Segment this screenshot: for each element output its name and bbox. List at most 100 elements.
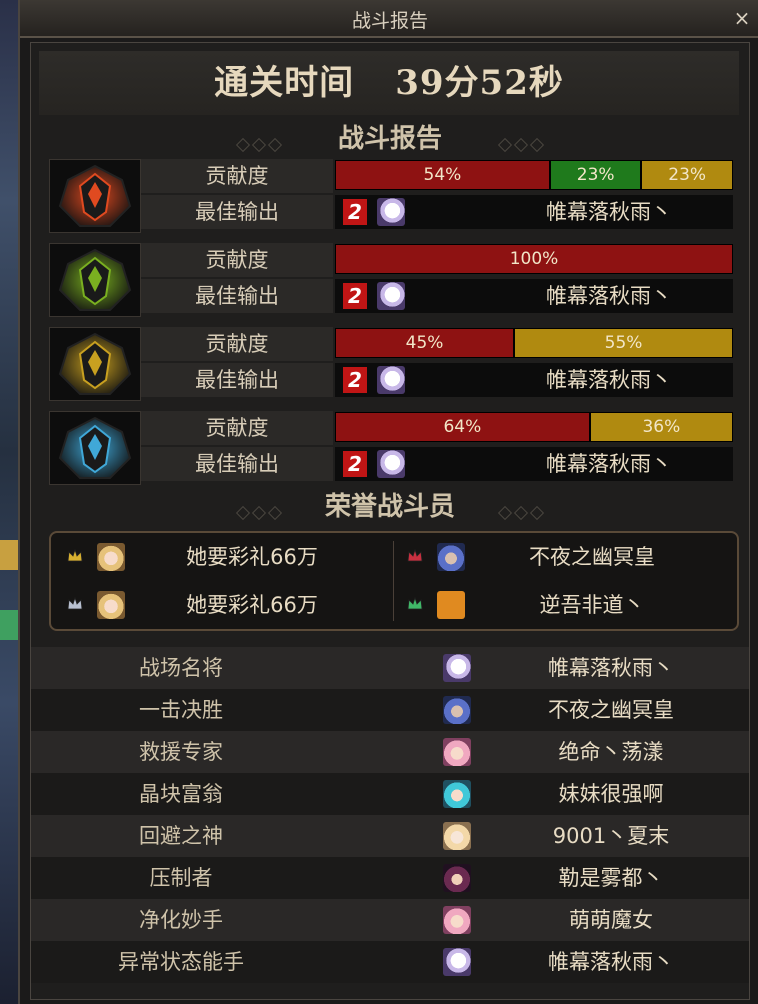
player-avatar xyxy=(443,948,471,976)
close-button[interactable]: × xyxy=(730,6,754,30)
crown-icon xyxy=(67,549,83,562)
honor-heading: 荣誉战斗员 xyxy=(324,492,455,522)
honor-player-name: 逆吾非道丶 xyxy=(539,593,645,617)
honor-player[interactable]: 不夜之幽冥皇 xyxy=(397,537,727,577)
award-title: 回避之神 xyxy=(139,824,223,848)
player-avatar xyxy=(377,198,405,226)
report-section-header: 战斗报告 xyxy=(31,119,749,159)
award-row[interactable]: 异常状态能手 帷幕落秋雨丶 xyxy=(31,941,749,983)
honor-divider xyxy=(393,541,394,621)
contribution-segment: 45% xyxy=(335,328,515,358)
contribution-segment: 36% xyxy=(589,412,733,442)
boss-row[interactable]: 贡献度 最佳输出 100% 2 帷幕落秋雨丶 xyxy=(49,243,735,317)
best-player-name: 帷幕落秋雨丶 xyxy=(546,200,672,224)
contribution-segment: 64% xyxy=(335,412,590,442)
player-avatar xyxy=(377,450,405,478)
award-title: 净化妙手 xyxy=(139,908,223,932)
background-decoration xyxy=(0,540,20,570)
report-panel: 通关时间 39分52秒 战斗报告 贡献度 最佳输出 54%23%23% 2 xyxy=(30,42,750,1000)
contribution-segment: 100% xyxy=(335,244,733,274)
crown-icon xyxy=(407,597,423,610)
best-damage-cell: 2 帷幕落秋雨丶 xyxy=(335,195,733,229)
award-player-name: 妹妹很强啊 xyxy=(558,782,664,806)
honor-section-header: 荣誉战斗员 xyxy=(31,487,749,527)
contribution-bar: 45% 55% xyxy=(335,328,733,358)
award-title: 救援专家 xyxy=(139,740,223,764)
divider-ornament-right xyxy=(489,503,553,521)
best-damage-label: 最佳输出 xyxy=(141,363,333,397)
honor-player-name: 她要彩礼66万 xyxy=(186,593,318,617)
rank-badge: 2 xyxy=(343,367,367,393)
rank-badge: 2 xyxy=(343,283,367,309)
award-row[interactable]: 压制者 勒是雾都丶 xyxy=(31,857,749,899)
player-avatar xyxy=(97,591,125,619)
award-player-name: 不夜之幽冥皇 xyxy=(548,698,674,722)
best-player-name: 帷幕落秋雨丶 xyxy=(546,368,672,392)
award-row[interactable]: 回避之神 9001丶夏末 xyxy=(31,815,749,857)
best-damage-cell: 2 帷幕落秋雨丶 xyxy=(335,363,733,397)
boss-row[interactable]: 贡献度 最佳输出 54% 23% 23% 2 帷幕落秋雨丶 xyxy=(49,159,735,233)
award-list: 战场名将 帷幕落秋雨丶 一击决胜 不夜之幽冥皇 救援专家 绝命丶荡漾 晶块富翁 … xyxy=(31,647,749,983)
player-avatar xyxy=(443,780,471,808)
award-player-name: 9001丶夏末 xyxy=(552,824,670,848)
honor-player[interactable]: 她要彩礼66万 xyxy=(57,537,387,577)
best-player-name: 帷幕落秋雨丶 xyxy=(546,452,672,476)
award-row[interactable]: 战场名将 帷幕落秋雨丶 xyxy=(31,647,749,689)
player-avatar xyxy=(443,822,471,850)
contribution-label: 贡献度 xyxy=(141,159,333,193)
player-avatar xyxy=(437,543,465,571)
contribution-bar: 64% 36% xyxy=(335,412,733,442)
player-avatar xyxy=(443,738,471,766)
contribution-label: 贡献度 xyxy=(141,411,333,445)
battle-report-window: 战斗报告 × 通关时间 39分52秒 战斗报告 贡献度 最佳输出 54% 23%… xyxy=(18,0,758,1004)
title-bar[interactable]: 战斗报告 × xyxy=(20,0,758,38)
award-row[interactable]: 一击决胜 不夜之幽冥皇 xyxy=(31,689,749,731)
contribution-segment: 55% xyxy=(514,328,733,358)
rank-badge: 2 xyxy=(343,451,367,477)
best-damage-label: 最佳输出 xyxy=(141,447,333,481)
best-player-name: 帷幕落秋雨丶 xyxy=(546,284,672,308)
player-avatar xyxy=(443,906,471,934)
clear-time-value: 39分52秒 xyxy=(395,63,564,103)
boss-row[interactable]: 贡献度 最佳输出 45% 55% 2 帷幕落秋雨丶 xyxy=(49,327,735,401)
best-damage-label: 最佳输出 xyxy=(141,195,333,229)
player-avatar xyxy=(377,366,405,394)
award-title: 压制者 xyxy=(149,866,213,890)
contribution-segment: 54% xyxy=(335,160,550,190)
boss-portrait xyxy=(49,159,141,233)
honor-player[interactable]: 她要彩礼66万 xyxy=(57,585,387,625)
player-avatar xyxy=(97,543,125,571)
honor-player-name: 不夜之幽冥皇 xyxy=(529,545,655,569)
boss-portrait xyxy=(49,243,141,317)
boss-portrait xyxy=(49,327,141,401)
crown-icon xyxy=(67,597,83,610)
honor-player-name: 她要彩礼66万 xyxy=(186,545,318,569)
contribution-label: 贡献度 xyxy=(141,327,333,361)
award-player-name: 勒是雾都丶 xyxy=(558,866,664,890)
award-player-name: 绝命丶荡漾 xyxy=(558,740,664,764)
clear-time-bar: 通关时间 39分52秒 xyxy=(39,51,739,115)
award-title: 晶块富翁 xyxy=(139,782,223,806)
honor-player[interactable]: 逆吾非道丶 xyxy=(397,585,727,625)
award-row[interactable]: 净化妙手 萌萌魔女 xyxy=(31,899,749,941)
player-avatar xyxy=(443,696,471,724)
best-damage-cell: 2 帷幕落秋雨丶 xyxy=(335,447,733,481)
contribution-segment: 23% xyxy=(641,160,733,190)
background-decoration xyxy=(0,610,18,640)
player-avatar xyxy=(443,654,471,682)
report-heading: 战斗报告 xyxy=(337,124,442,154)
rank-badge: 2 xyxy=(343,199,367,225)
best-damage-label: 最佳输出 xyxy=(141,279,333,313)
boss-row[interactable]: 贡献度 最佳输出 64% 36% 2 帷幕落秋雨丶 xyxy=(49,411,735,485)
player-avatar xyxy=(377,282,405,310)
window-title: 战斗报告 xyxy=(351,10,428,32)
crown-icon xyxy=(407,549,423,562)
award-player-name: 帷幕落秋雨丶 xyxy=(548,656,674,680)
honor-players-box: 她要彩礼66万 不夜之幽冥皇 她要彩礼66万 逆吾非道丶 xyxy=(49,531,739,631)
award-row[interactable]: 救援专家 绝命丶荡漾 xyxy=(31,731,749,773)
divider-ornament-right xyxy=(489,135,553,153)
contribution-bar: 54% 23% 23% xyxy=(335,160,733,190)
player-avatar xyxy=(443,864,471,892)
divider-ornament-left xyxy=(227,503,291,521)
award-row[interactable]: 晶块富翁 妹妹很强啊 xyxy=(31,773,749,815)
